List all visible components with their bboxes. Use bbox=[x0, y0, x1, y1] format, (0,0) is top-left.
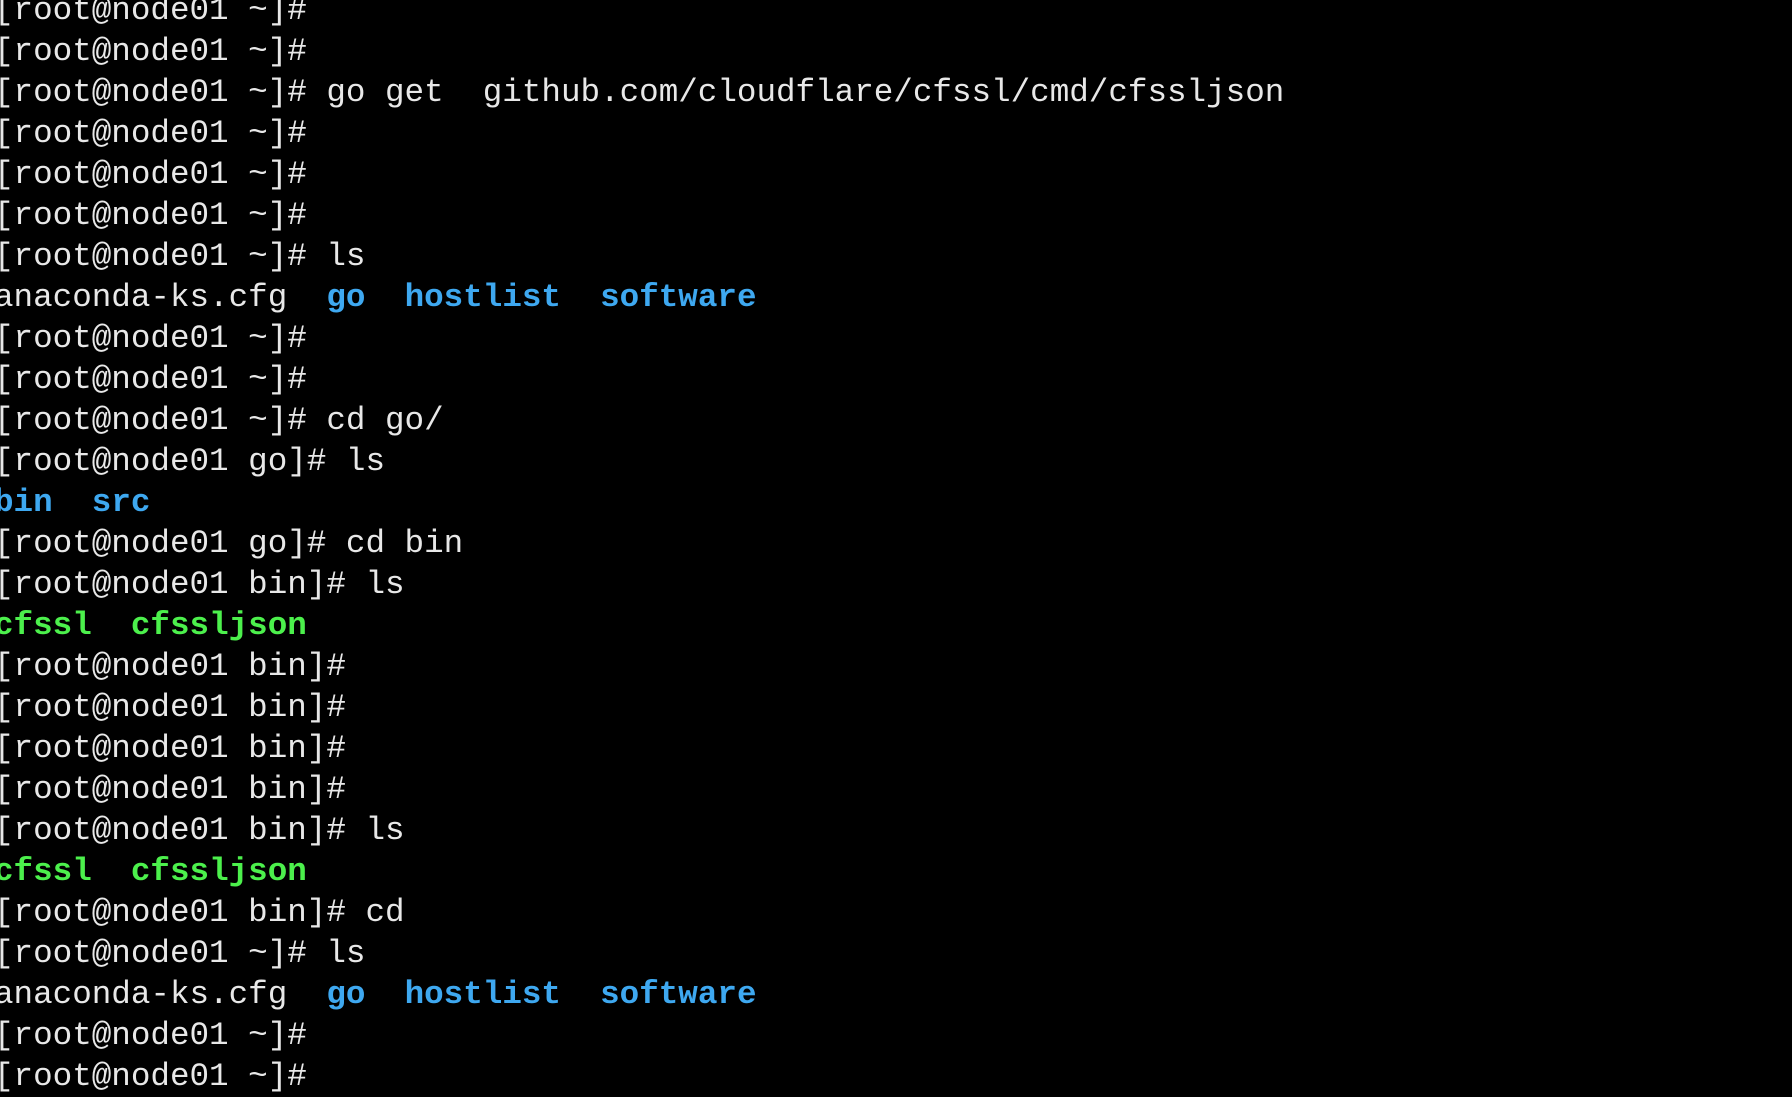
terminal-text: [root@node01 ~]# ls bbox=[0, 238, 366, 275]
terminal-text: [root@node01 bin]# cd bbox=[0, 894, 405, 931]
terminal-text: [root@node01 bin]# bbox=[0, 689, 346, 726]
terminal-text: [root@node01 bin]# ls bbox=[0, 812, 405, 849]
terminal-text: [root@node01 bin]# bbox=[0, 730, 346, 767]
terminal-line: [root@node01 ~]# bbox=[0, 1056, 1284, 1097]
terminal-line: [root@node01 ~]# bbox=[0, 113, 1284, 154]
terminal-line: [root@node01 ~]# cd go/ bbox=[0, 400, 1284, 441]
terminal-text: [root@node01 go]# cd bin bbox=[0, 525, 464, 562]
terminal-line: [root@node01 ~]# bbox=[0, 195, 1284, 236]
executable-name: cfssljson bbox=[130, 607, 307, 644]
terminal-text: [root@node01 ~]# cd go/ bbox=[0, 402, 444, 439]
directory-name: go bbox=[326, 976, 366, 1013]
terminal-line: anaconda-ks.cfg go hostlist software bbox=[0, 277, 1284, 318]
directory-name: src bbox=[91, 484, 151, 521]
terminal-line: [root@node01 ~]# bbox=[0, 154, 1284, 195]
terminal-line: [root@node01 ~]# go get github.com/cloud… bbox=[0, 72, 1284, 113]
executable-name: cfssljson bbox=[130, 853, 307, 890]
terminal-line: [root@node01 bin]# cd bbox=[0, 892, 1284, 933]
terminal-line: [root@node01 ~]# bbox=[0, 0, 1284, 31]
executable-name: cfssl bbox=[0, 853, 92, 890]
terminal-line: [root@node01 ~]# bbox=[0, 1015, 1284, 1056]
terminal-line: [root@node01 ~]# bbox=[0, 31, 1284, 72]
terminal-text: [root@node01 ~]# bbox=[0, 1058, 307, 1095]
directory-name: hostlist bbox=[404, 279, 561, 316]
terminal-line: [root@node01 ~]# bbox=[0, 318, 1284, 359]
terminal-text: [root@node01 ~]# ls bbox=[0, 935, 366, 972]
terminal-line: [root@node01 ~]# ls bbox=[0, 236, 1284, 277]
directory-name: software bbox=[600, 976, 757, 1013]
terminal-line: [root@node01 go]# ls bbox=[0, 441, 1284, 482]
terminal-line: [root@node01 bin]# bbox=[0, 728, 1284, 769]
terminal-text: [root@node01 ~]# bbox=[0, 33, 307, 70]
terminal-line: bin src bbox=[0, 482, 1284, 523]
terminal-line: [root@node01 bin]# bbox=[0, 646, 1284, 687]
terminal-line: cfssl cfssljson bbox=[0, 605, 1284, 646]
terminal-text: [root@node01 ~]# go get github.com/cloud… bbox=[0, 74, 1285, 111]
terminal-text: anaconda-ks.cfg bbox=[0, 279, 327, 316]
terminal-text: [root@node01 ~]# bbox=[0, 115, 307, 152]
terminal-line: [root@node01 go]# cd bin bbox=[0, 523, 1284, 564]
directory-name: software bbox=[600, 279, 757, 316]
directory-name: bin bbox=[0, 484, 53, 521]
terminal-text: [root@node01 ~]# bbox=[0, 0, 307, 29]
terminal-text: [root@node01 go]# ls bbox=[0, 443, 386, 480]
terminal-output[interactable]: [root@node01 ~]# [root@node01 ~]# [root@no… bbox=[0, 0, 1284, 1097]
terminal-text: [root@node01 ~]# bbox=[0, 156, 307, 193]
terminal-text: [root@node01 ~]# bbox=[0, 197, 307, 234]
terminal-text: [root@node01 ~]# bbox=[0, 320, 307, 357]
terminal-text: [root@node01 ~]# bbox=[0, 1017, 307, 1054]
terminal-line: [root@node01 bin]# ls bbox=[0, 564, 1284, 605]
terminal-line: [root@node01 bin]# bbox=[0, 687, 1284, 728]
directory-name: go bbox=[326, 279, 366, 316]
terminal-line: [root@node01 ~]# bbox=[0, 359, 1284, 400]
terminal-line: [root@node01 ~]# ls bbox=[0, 933, 1284, 974]
terminal-text: [root@node01 bin]# bbox=[0, 771, 346, 808]
terminal-text: [root@node01 bin]# bbox=[0, 648, 346, 685]
terminal-line: cfssl cfssljson bbox=[0, 851, 1284, 892]
terminal-line: [root@node01 bin]# ls bbox=[0, 810, 1284, 851]
executable-name: cfssl bbox=[0, 607, 92, 644]
terminal-line: [root@node01 bin]# bbox=[0, 769, 1284, 810]
terminal-line: anaconda-ks.cfg go hostlist software bbox=[0, 974, 1284, 1015]
terminal-text: anaconda-ks.cfg bbox=[0, 976, 327, 1013]
terminal-text: [root@node01 bin]# ls bbox=[0, 566, 405, 603]
directory-name: hostlist bbox=[404, 976, 561, 1013]
terminal-text: [root@node01 ~]# bbox=[0, 361, 307, 398]
